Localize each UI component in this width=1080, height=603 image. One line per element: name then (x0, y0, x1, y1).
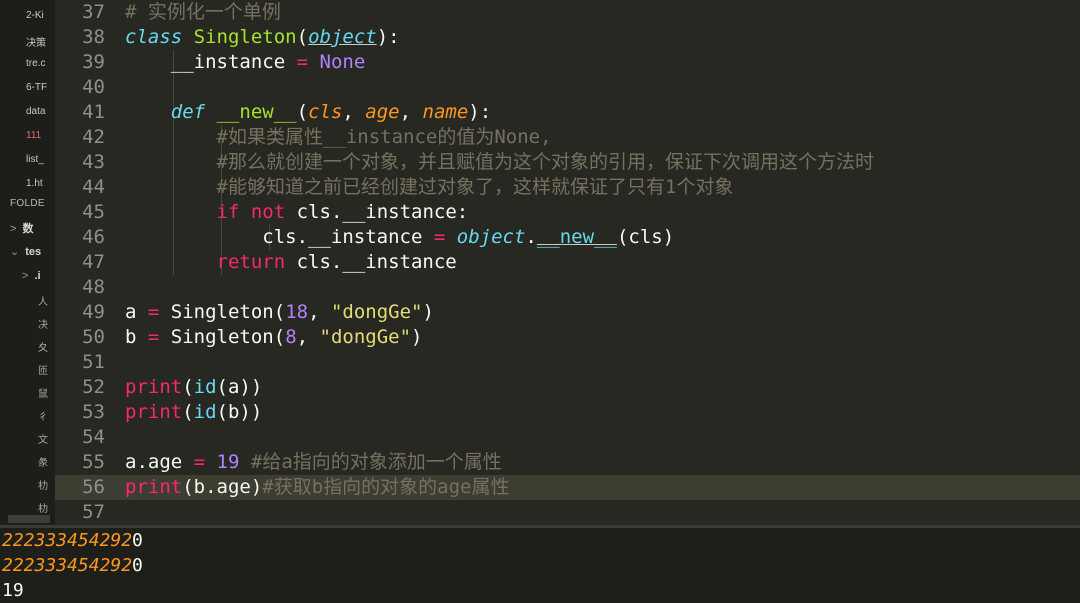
file-tree-item[interactable]: 朸 (38, 500, 48, 515)
code-line[interactable]: 45 if not cls.__instance: (55, 200, 1080, 225)
line-number: 50 (82, 326, 105, 348)
line-number: 52 (82, 376, 105, 398)
code-text: a = Singleton(18, "dongGe") (125, 301, 434, 323)
line-number: 41 (82, 101, 105, 123)
line-number: 56 (82, 476, 105, 498)
code-line[interactable]: 46 cls.__instance = object.__new__(cls) (55, 225, 1080, 250)
open-file-item[interactable]: 1.ht (26, 178, 43, 189)
file-tree-item[interactable]: 人 (38, 293, 48, 308)
code-line[interactable]: 53 print(id(b)) (55, 400, 1080, 425)
code-line[interactable]: 57 (55, 500, 1080, 525)
code-text: class Singleton(object): (125, 26, 400, 48)
file-tree-item[interactable]: 朸 (38, 477, 48, 492)
code-line[interactable]: 55 a.age = 19 #给a指向的对象添加一个属性 (55, 450, 1080, 475)
code-text: def __new__(cls, age, name): (170, 101, 492, 123)
code-text: print(id(a)) (125, 376, 263, 398)
file-tree-item[interactable]: 鼠 (38, 385, 48, 400)
line-number: 44 (82, 176, 105, 198)
line-number: 49 (82, 301, 105, 323)
code-line[interactable]: 37 # 实例化一个单例 (55, 0, 1080, 25)
folder-label: .i (34, 270, 41, 282)
line-number: 53 (82, 401, 105, 423)
folder-label: tes (25, 246, 42, 258)
folder-item[interactable]: ⌄ tes (10, 245, 41, 258)
sidebar: 2-Ki 决策 tre.c 6-TF data 111 list_ 1.ht FOLDE > 数… (0, 0, 55, 525)
output-line: 2223334542920 (2, 530, 143, 551)
line-number: 45 (82, 201, 105, 223)
code-line[interactable]: 49 a = Singleton(18, "dongGe") (55, 300, 1080, 325)
code-text: print(b.age)#获取b指向的对象的age属性 (125, 476, 510, 498)
code-text: b = Singleton(8, "dongGe") (125, 326, 423, 348)
open-file-item[interactable]: tre.c (26, 58, 45, 69)
code-line[interactable]: 52 print(id(a)) (55, 375, 1080, 400)
code-line[interactable]: 40 (55, 75, 1080, 100)
chevron-icon: ⌄ (10, 246, 20, 258)
code-line[interactable]: 41 def __new__(cls, age, name): (55, 100, 1080, 125)
code-line[interactable]: 39 __instance = None (55, 50, 1080, 75)
open-file-item[interactable]: 2-Ki (26, 10, 44, 21)
code-text: __instance = None (125, 51, 366, 73)
chevron-icon: > (10, 223, 17, 235)
code-line[interactable]: 54 (55, 425, 1080, 450)
code-text: a.age = 19 #给a指向的对象添加一个属性 (125, 451, 502, 473)
code-line[interactable]: 48 (55, 275, 1080, 300)
code-text: # 实例化一个单例 (125, 1, 281, 23)
file-tree-item[interactable]: 文 (38, 431, 48, 446)
open-file-item[interactable]: 决策 (26, 34, 46, 49)
chevron-icon: > (22, 270, 29, 282)
file-tree-item[interactable]: 夊 (38, 339, 48, 354)
line-number: 42 (82, 126, 105, 148)
code-line[interactable]: 51 (55, 350, 1080, 375)
line-number: 40 (82, 76, 105, 98)
sidebar-scrollbar[interactable] (8, 515, 50, 523)
file-tree-item[interactable]: 匝 (38, 362, 48, 377)
line-number: 57 (82, 501, 105, 523)
code-text: #能够知道之前已经创建过对象了，这样就保证了只有1个对象 (216, 176, 734, 198)
code-line[interactable]: 43 #那么就创建一个对象，并且赋值为这个对象的引用，保证下次调用这个方法时 (55, 150, 1080, 175)
code-text: if not cls.__instance: (216, 201, 469, 223)
sublime-window: 2-Ki 决策 tre.c 6-TF data 111 list_ 1.ht FOLDE > 数… (0, 0, 1080, 603)
code-text: #如果类属性__instance的值为None, (216, 126, 552, 148)
folder-item[interactable]: > .i (22, 270, 41, 282)
code-text: print(id(b)) (125, 401, 263, 423)
code-text: #那么就创建一个对象，并且赋值为这个对象的引用，保证下次调用这个方法时 (216, 151, 874, 173)
line-number: 48 (82, 276, 105, 298)
code-text: return cls.__instance (216, 251, 457, 273)
code-line[interactable]: 38 class Singleton(object): (55, 25, 1080, 50)
code-text: cls.__instance = object.__new__(cls) (125, 226, 675, 248)
code-editor[interactable]: 37 # 实例化一个单例 38 class Singleton(object): 39 … (55, 0, 1080, 525)
code-line[interactable]: 50 b = Singleton(8, "dongGe") (55, 325, 1080, 350)
line-number: 37 (82, 1, 105, 23)
build-output-panel: 2223334542920 2223334542920 19 (0, 528, 1080, 603)
folder-item[interactable]: > 数 (10, 220, 33, 236)
code-line[interactable]: 47 return cls.__instance (55, 250, 1080, 275)
folder-label: 数 (22, 223, 34, 235)
code-line-current[interactable]: 56 print(b.age)#获取b指向的对象的age属性 (55, 475, 1080, 500)
line-number: 38 (82, 26, 105, 48)
open-file-item[interactable]: 111 (26, 130, 41, 141)
open-file-item[interactable]: list_ (26, 154, 44, 165)
folders-title: FOLDE (10, 198, 45, 209)
line-number: 47 (82, 251, 105, 273)
code-line[interactable]: 42 #如果类属性__instance的值为None, (55, 125, 1080, 150)
open-file-item[interactable]: data (26, 106, 45, 117)
line-number: 39 (82, 51, 105, 73)
file-tree-item[interactable]: 彳 (38, 408, 48, 423)
output-line: 2223334542920 (2, 555, 143, 576)
code-line[interactable]: 44 #能够知道之前已经创建过对象了，这样就保证了只有1个对象 (55, 175, 1080, 200)
file-tree-item[interactable]: 彖 (38, 454, 48, 469)
open-file-item[interactable]: 6-TF (26, 82, 47, 93)
line-number: 54 (82, 426, 105, 448)
line-number: 43 (82, 151, 105, 173)
file-tree-item[interactable]: 决 (38, 316, 48, 331)
line-number: 55 (82, 451, 105, 473)
line-number: 51 (82, 351, 105, 373)
line-number: 46 (82, 226, 105, 248)
output-line: 19 (2, 580, 24, 601)
